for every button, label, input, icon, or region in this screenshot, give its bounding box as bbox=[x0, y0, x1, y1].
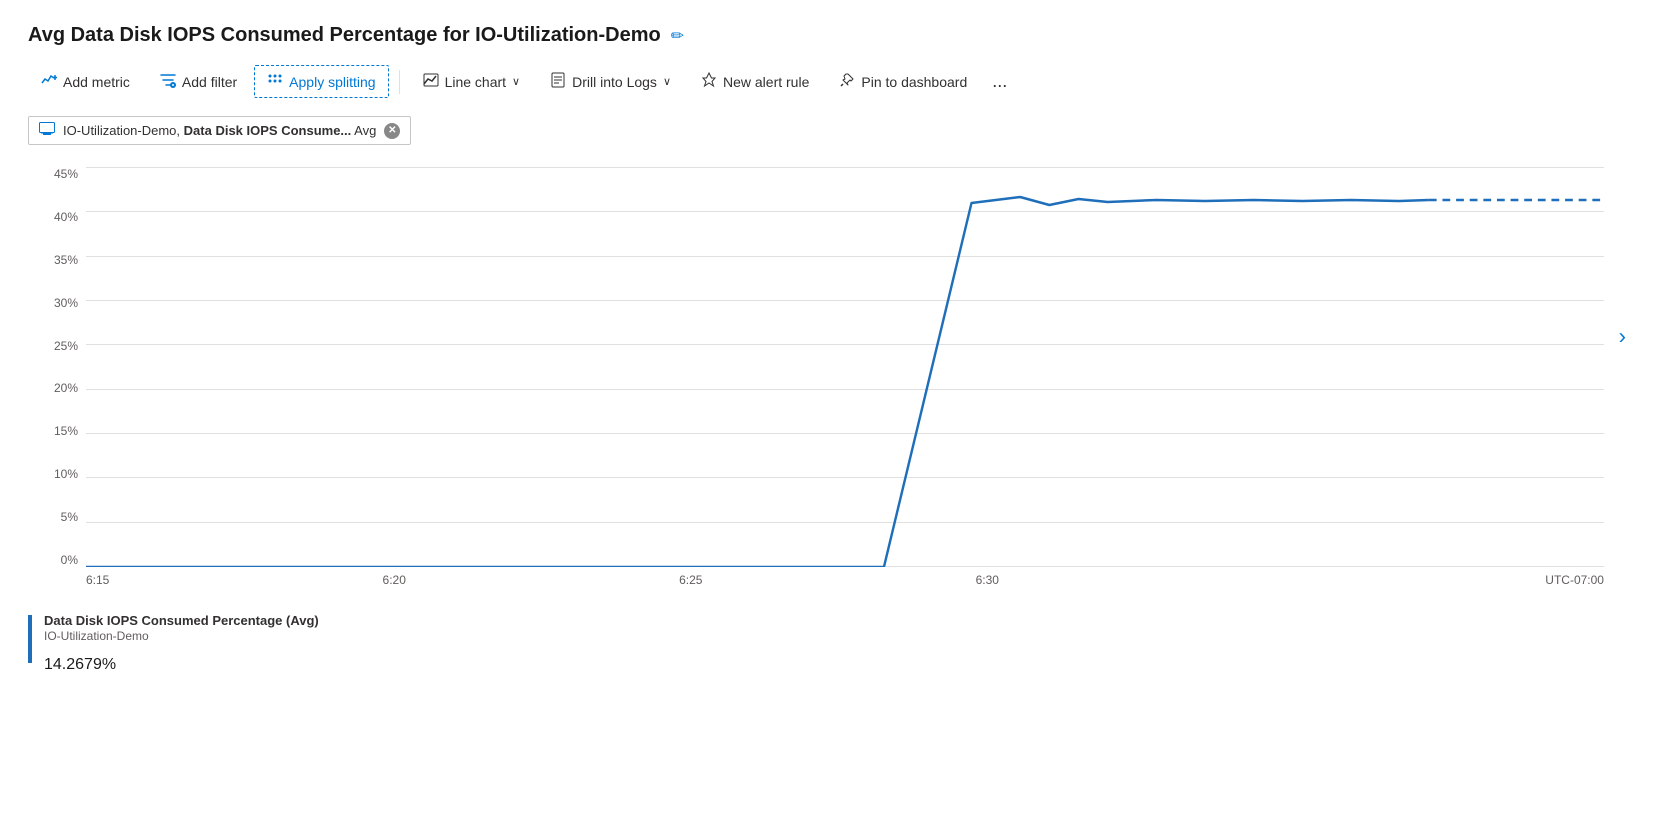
legend-metric-name: Data Disk IOPS Consumed Percentage (Avg) bbox=[44, 613, 319, 628]
edit-icon[interactable]: ✏ bbox=[671, 26, 684, 46]
legend-value: 14.2679% bbox=[44, 645, 319, 676]
line-chart-icon bbox=[423, 72, 439, 91]
y-label-20: 20% bbox=[38, 381, 86, 395]
toolbar: Add metric Add filter bbox=[28, 65, 1634, 98]
pin-dashboard-label: Pin to dashboard bbox=[861, 74, 967, 90]
page-title: Avg Data Disk IOPS Consumed Percentage f… bbox=[28, 24, 661, 47]
new-alert-rule-label: New alert rule bbox=[723, 74, 809, 90]
pin-dashboard-button[interactable]: Pin to dashboard bbox=[826, 65, 980, 98]
drill-logs-chevron: ∨ bbox=[663, 75, 671, 88]
chart-line-solid bbox=[86, 197, 1429, 567]
legend-value-number: 14.2679 bbox=[44, 656, 102, 673]
y-label-35: 35% bbox=[38, 253, 86, 267]
apply-splitting-button[interactable]: Apply splitting bbox=[254, 65, 388, 98]
add-metric-button[interactable]: Add metric bbox=[28, 65, 143, 98]
legend-color-bar bbox=[28, 615, 32, 663]
main-page: Avg Data Disk IOPS Consumed Percentage f… bbox=[0, 0, 1662, 835]
metric-tag: IO-Utilization-Demo, Data Disk IOPS Cons… bbox=[28, 116, 411, 145]
legend-unit: % bbox=[102, 656, 116, 673]
x-label-615: 6:15 bbox=[86, 573, 109, 587]
new-alert-rule-button[interactable]: New alert rule bbox=[688, 65, 822, 98]
x-axis: 6:15 6:20 6:25 6:30 UTC-07:00 bbox=[86, 567, 1604, 597]
y-axis: 45% 40% 35% 30% 25% 20% 15% 10% 5% 0% bbox=[38, 167, 86, 597]
line-chart-button[interactable]: Line chart ∨ bbox=[410, 65, 534, 98]
line-chart-chevron: ∨ bbox=[512, 75, 520, 88]
add-filter-label: Add filter bbox=[182, 74, 237, 90]
more-options-button[interactable]: ... bbox=[984, 67, 1015, 96]
y-label-45: 45% bbox=[38, 167, 86, 181]
y-label-30: 30% bbox=[38, 296, 86, 310]
x-label-620: 6:20 bbox=[383, 573, 406, 587]
apply-splitting-label: Apply splitting bbox=[289, 74, 375, 90]
drill-logs-icon bbox=[550, 72, 566, 91]
title-row: Avg Data Disk IOPS Consumed Percentage f… bbox=[28, 24, 1634, 47]
legend-resource-name: IO-Utilization-Demo bbox=[44, 629, 319, 643]
vm-icon bbox=[39, 122, 55, 139]
add-filter-button[interactable]: Add filter bbox=[147, 65, 250, 98]
apply-splitting-icon bbox=[267, 72, 283, 91]
legend-content: Data Disk IOPS Consumed Percentage (Avg)… bbox=[44, 613, 319, 676]
x-label-625: 6:25 bbox=[679, 573, 702, 587]
y-label-15: 15% bbox=[38, 424, 86, 438]
metric-tag-close-button[interactable]: ✕ bbox=[384, 123, 400, 139]
y-label-0: 0% bbox=[38, 553, 86, 567]
new-alert-icon bbox=[701, 72, 717, 91]
metric-agg: Avg bbox=[354, 123, 376, 138]
more-options-label: ... bbox=[992, 71, 1007, 91]
y-label-10: 10% bbox=[38, 467, 86, 481]
metric-resource: IO-Utilization-Demo bbox=[63, 123, 176, 138]
x-label-630: 6:30 bbox=[976, 573, 999, 587]
drill-logs-button[interactable]: Drill into Logs ∨ bbox=[537, 65, 684, 98]
y-label-25: 25% bbox=[38, 339, 86, 353]
drill-logs-label: Drill into Logs bbox=[572, 74, 657, 90]
chart-area: 45% 40% 35% 30% 25% 20% 15% 10% 5% 0% bbox=[38, 167, 1604, 597]
chart-inner: 6:15 6:20 6:25 6:30 UTC-07:00 bbox=[86, 167, 1604, 597]
chart-svg bbox=[86, 167, 1604, 567]
chart-container: 45% 40% 35% 30% 25% 20% 15% 10% 5% 0% bbox=[38, 167, 1604, 597]
line-chart-label: Line chart bbox=[445, 74, 506, 90]
toolbar-sep-1 bbox=[399, 70, 400, 94]
pin-icon bbox=[839, 72, 855, 91]
x-label-utc: UTC-07:00 bbox=[1545, 573, 1604, 587]
metric-name: Data Disk IOPS Consume... bbox=[184, 123, 352, 138]
y-label-5: 5% bbox=[38, 510, 86, 524]
y-label-40: 40% bbox=[38, 210, 86, 224]
add-metric-label: Add metric bbox=[63, 74, 130, 90]
legend-area: Data Disk IOPS Consumed Percentage (Avg)… bbox=[28, 613, 1634, 676]
add-metric-icon bbox=[41, 72, 57, 91]
chevron-right-button[interactable]: › bbox=[1619, 323, 1626, 349]
metric-tag-text: IO-Utilization-Demo, Data Disk IOPS Cons… bbox=[63, 123, 376, 138]
add-filter-icon bbox=[160, 72, 176, 91]
